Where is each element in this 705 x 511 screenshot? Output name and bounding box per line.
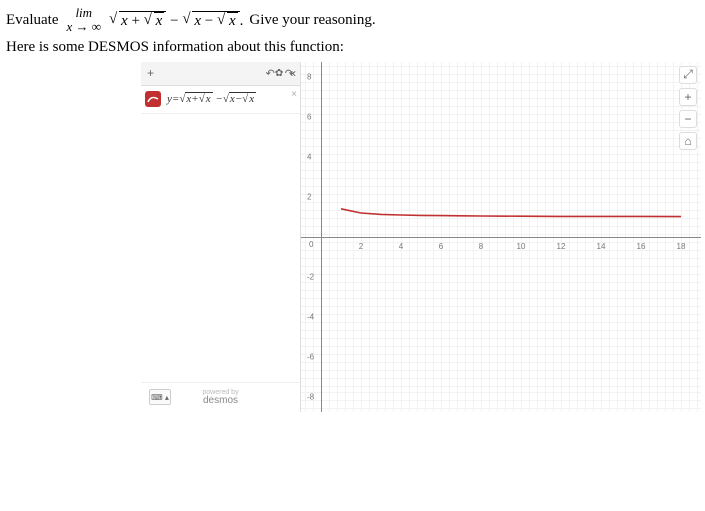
x-tick-label: 6	[439, 242, 443, 251]
keyboard-button[interactable]: ⌨ ▴	[149, 389, 171, 405]
x-tick-label: 16	[637, 242, 646, 251]
desmos-screenshot: + ↶ ↷ ✿ « y=√x+√x −√x−√x × ⌨ ▴ powered b…	[141, 62, 701, 412]
graph-canvas[interactable]: 0 ⤢ + − ⌂ 2 4 6 8 10 12 14 16 18 8 6 4 2 -2 -4 -6 -8	[301, 62, 701, 412]
expression-formula: y=√x+√x −√x−√x	[167, 93, 256, 105]
x-tick-label: 18	[677, 242, 686, 251]
y-tick-label: -6	[307, 352, 314, 361]
y-tick-label: -4	[307, 312, 314, 321]
function-curve	[321, 62, 701, 412]
desmos-sidebar: + ↶ ↷ ✿ « y=√x+√x −√x−√x × ⌨ ▴ powered b…	[141, 62, 301, 412]
limit-notation: lim x → ∞	[66, 6, 101, 35]
sidebar-footer: ⌨ ▴ powered by desmos	[141, 382, 300, 412]
x-tick-label: 14	[597, 242, 606, 251]
origin-label: 0	[309, 240, 313, 249]
x-tick-label: 4	[399, 242, 403, 251]
y-tick-label: -8	[307, 392, 314, 401]
y-tick-label: 2	[307, 192, 311, 201]
y-tick-label: 4	[307, 152, 311, 161]
evaluate-label: Evaluate	[6, 12, 58, 29]
zoom-tool-button[interactable]: ⤢	[679, 66, 697, 84]
y-tick-label: 6	[307, 112, 311, 121]
powered-by: powered by desmos	[202, 389, 238, 406]
give-reasoning: Give your reasoning.	[249, 12, 375, 29]
sidebar-toolbar: + ↶ ↷ ✿ «	[141, 62, 300, 86]
zoom-out-button[interactable]: −	[679, 110, 697, 128]
y-tick-label: 8	[307, 72, 311, 81]
problem-statement: Evaluate lim x → ∞ x + x − x − x. Give y…	[6, 6, 699, 35]
x-tick-label: 10	[517, 242, 526, 251]
close-icon[interactable]: ×	[291, 89, 297, 100]
home-button[interactable]: ⌂	[679, 132, 697, 150]
add-expression-button[interactable]: +	[147, 66, 154, 80]
zoom-in-button[interactable]: +	[679, 88, 697, 106]
desmos-intro: Here is some DESMOS information about th…	[6, 39, 699, 56]
x-tick-label: 8	[479, 242, 483, 251]
limit-expression: x + x − x − x.	[109, 11, 243, 30]
expression-color-toggle[interactable]	[145, 91, 161, 107]
x-tick-label: 12	[557, 242, 566, 251]
x-tick-label: 2	[359, 242, 363, 251]
collapse-icon[interactable]: «	[289, 66, 296, 80]
gear-icon[interactable]: ✿	[275, 68, 283, 79]
y-tick-label: -2	[307, 272, 314, 281]
expression-row-1[interactable]: y=√x+√x −√x−√x ×	[141, 86, 300, 114]
undo-button[interactable]: ↶	[266, 67, 275, 80]
graph-controls: ⤢ + − ⌂	[679, 66, 697, 150]
